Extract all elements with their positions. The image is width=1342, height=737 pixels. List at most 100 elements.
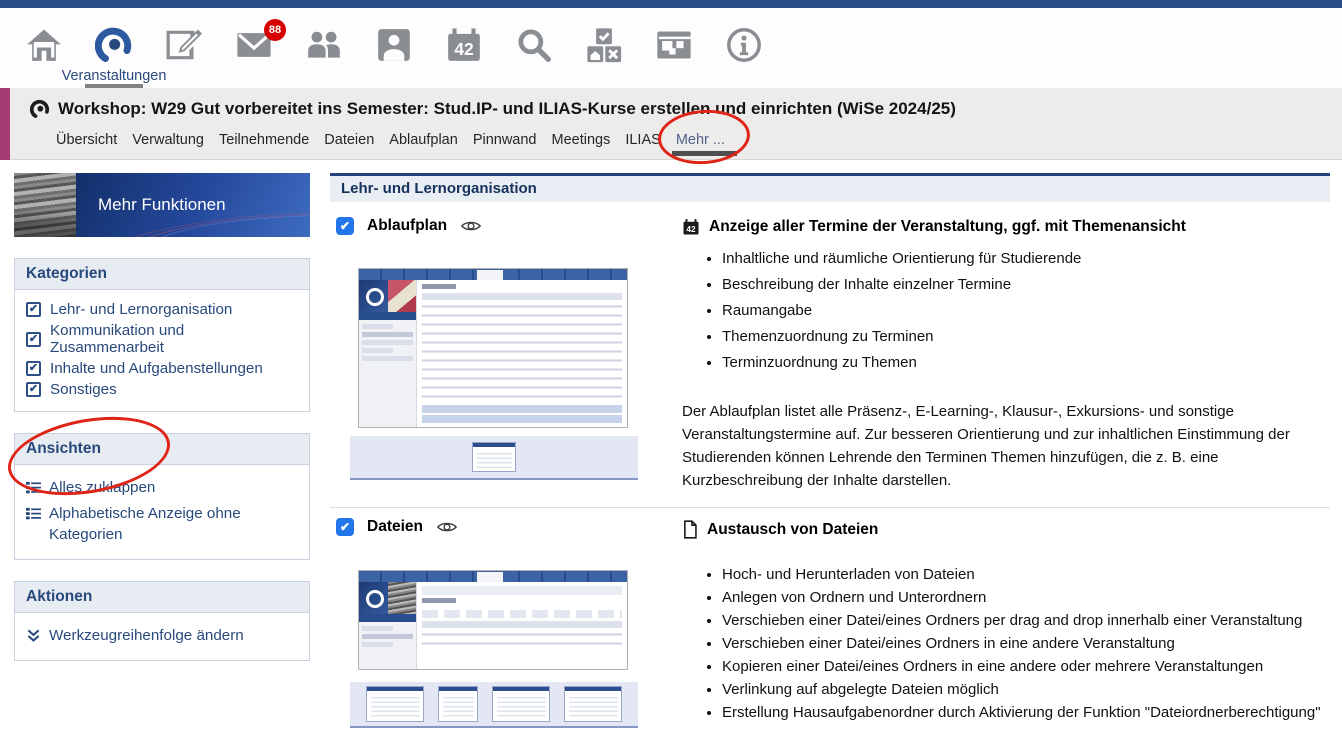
tab-verwaltung[interactable]: Verwaltung (132, 132, 204, 148)
calendar-day-number: 42 (454, 39, 473, 59)
schedule-calendar-icon: 42 (445, 26, 483, 64)
dateien-tool-name: Dateien (367, 518, 423, 536)
checkbox-checked-icon[interactable] (26, 302, 41, 317)
info-nav-item[interactable] (724, 26, 764, 88)
views-box: Ansichten Alles zuklappen Alphabetische … (14, 433, 310, 560)
messages-nav-item[interactable]: 88 (234, 26, 274, 88)
veranstaltungen-swirl-icon (95, 26, 133, 64)
list-item: Kopieren einer Datei/eines Ordners in ei… (722, 655, 1342, 678)
list-item: Beschreibung der Inhalte einzelner Termi… (722, 272, 1342, 298)
dateien-heading: Austausch von Dateien (682, 520, 878, 539)
views-box-title: Ansichten (15, 434, 309, 465)
main-navigation-bar: Veranstaltungen 88 42 (0, 8, 1342, 88)
unread-messages-badge: 88 (264, 19, 286, 41)
checkbox-checked-icon[interactable] (26, 382, 41, 397)
posts-nav-item[interactable] (654, 26, 694, 88)
carousel-thumbnail[interactable] (472, 442, 516, 472)
tab-meetings[interactable]: Meetings (552, 132, 611, 148)
screenshot-sidebar (359, 582, 417, 669)
tab-ablaufplan[interactable]: Ablaufplan (389, 132, 458, 148)
sidebar-banner: Mehr Funktionen (14, 173, 310, 237)
dateien-thumbnail-strip (350, 682, 638, 728)
list-item: Erstellung Hausaufgabenordner durch Akti… (722, 701, 1342, 724)
carousel-thumbnail[interactable] (564, 686, 622, 722)
tab-teilnehmende[interactable]: Teilnehmende (219, 132, 309, 148)
tab-pinnwand[interactable]: Pinnwand (473, 132, 537, 148)
svg-text:42: 42 (686, 225, 696, 234)
ablaufplan-feature-list: Inhaltliche und räumliche Orientierung f… (702, 246, 1342, 376)
view-link-alles-zuklappen[interactable]: Alles zuklappen (26, 477, 298, 498)
screenshot-tab-bar (359, 269, 627, 280)
edit-icon (165, 26, 203, 64)
list-item: Verschieben einer Datei/eines Ordners in… (722, 632, 1342, 655)
tools-nav-item[interactable] (584, 26, 624, 88)
collapse-list-icon (26, 480, 41, 495)
double-chevron-down-icon (26, 628, 41, 643)
categories-box: Kategorien Lehr- und Lernorganisation Ko… (14, 258, 310, 412)
carousel-thumbnail[interactable] (366, 686, 424, 722)
schedule-nav-item[interactable]: 42 (444, 26, 484, 88)
profile-nav-item[interactable] (374, 26, 414, 88)
ablaufplan-screenshot-thumbnail[interactable] (358, 268, 628, 428)
veranstaltungen-label: Veranstaltungen (62, 68, 167, 84)
visibility-eye-icon[interactable] (436, 519, 458, 535)
list-item: Verschieben einer Datei/eines Ordners pe… (722, 609, 1342, 632)
category-checkbox-inhalte[interactable]: Inhalte und Aufgabenstellungen (26, 360, 298, 377)
profile-icon (375, 26, 413, 64)
carousel-thumbnail[interactable] (492, 686, 550, 722)
tab-ilias[interactable]: ILIAS (625, 132, 660, 148)
dateien-screenshot-thumbnail[interactable] (358, 570, 628, 670)
course-tabs: Übersicht Verwaltung Teilnehmende Dateie… (56, 128, 725, 152)
main-content: Lehr- und Lernorganisation Ablaufplan 42… (330, 160, 1330, 737)
actions-box-title: Aktionen (15, 582, 309, 613)
list-item: Inhaltliche und räumliche Orientierung f… (722, 246, 1342, 272)
bulletin-board-icon (655, 26, 693, 64)
veranstaltungen-nav-item[interactable]: Veranstaltungen (94, 26, 134, 88)
ablaufplan-heading: 42 Anzeige aller Termine der Veranstaltu… (682, 218, 1186, 236)
course-header: Workshop: W29 Gut vorbereitet ins Semest… (0, 88, 1342, 160)
tab-uebersicht[interactable]: Übersicht (56, 132, 117, 148)
checkbox-checked-icon[interactable] (26, 361, 41, 376)
community-nav-item[interactable] (304, 26, 344, 88)
search-nav-item[interactable] (514, 26, 554, 88)
dateien-feature-list: Hoch- und Herunterladen von Dateien Anle… (702, 563, 1342, 724)
ablaufplan-checkbox[interactable] (336, 217, 354, 235)
edit-news-nav-item[interactable] (164, 26, 204, 88)
tab-mehr[interactable]: Mehr ... (676, 132, 725, 148)
alphabetical-list-icon (26, 506, 41, 521)
action-link-werkzeugreihenfolge[interactable]: Werkzeugreihenfolge ändern (26, 625, 298, 646)
document-icon (682, 520, 698, 539)
carousel-thumbnail[interactable] (438, 686, 478, 722)
checkbox-checked-icon[interactable] (26, 332, 41, 347)
home-nav-item[interactable] (24, 26, 64, 88)
mini-calendar-icon: 42 (682, 218, 700, 236)
dateien-checkbox[interactable] (336, 518, 354, 536)
screenshot-files-area (417, 582, 627, 669)
ablaufplan-description: Der Ablaufplan listet alle Präsenz-, E-L… (682, 400, 1342, 492)
sidebar-banner-title: Mehr Funktionen (98, 195, 226, 215)
list-item: Hoch- und Herunterladen von Dateien (722, 563, 1342, 586)
banner-photo (14, 173, 76, 237)
list-item: Terminzuordnung zu Themen (722, 350, 1342, 376)
tools-icon (585, 26, 623, 64)
tool-row-ablaufplan: Ablaufplan (336, 217, 482, 235)
course-accent-bar (0, 88, 10, 160)
tool-row-dateien: Dateien (336, 518, 458, 536)
course-title: Workshop: W29 Gut vorbereitet ins Semest… (58, 99, 956, 119)
visibility-eye-icon[interactable] (460, 218, 482, 234)
actions-box: Aktionen Werkzeugreihenfolge ändern (14, 581, 310, 661)
tab-dateien[interactable]: Dateien (324, 132, 374, 148)
view-link-alphabetische-anzeige[interactable]: Alphabetische Anzeige ohne Kategorien (26, 503, 298, 545)
active-tab-underline (672, 151, 737, 156)
list-item: Verlinkung auf abgelegte Dateien möglich (722, 678, 1342, 701)
screenshot-table-area (417, 280, 627, 427)
list-item: Raumangabe (722, 298, 1342, 324)
category-checkbox-lehr-und-lernorganisation[interactable]: Lehr- und Lernorganisation (26, 301, 298, 318)
ablaufplan-thumbnail-strip (350, 436, 638, 480)
screenshot-sidebar (359, 280, 417, 427)
category-checkbox-kommunikation[interactable]: Kommunikation und Zusammenarbeit (26, 322, 298, 356)
community-icon (305, 26, 343, 64)
categories-box-title: Kategorien (15, 259, 309, 290)
search-icon (515, 26, 553, 64)
category-checkbox-sonstiges[interactable]: Sonstiges (26, 381, 298, 398)
